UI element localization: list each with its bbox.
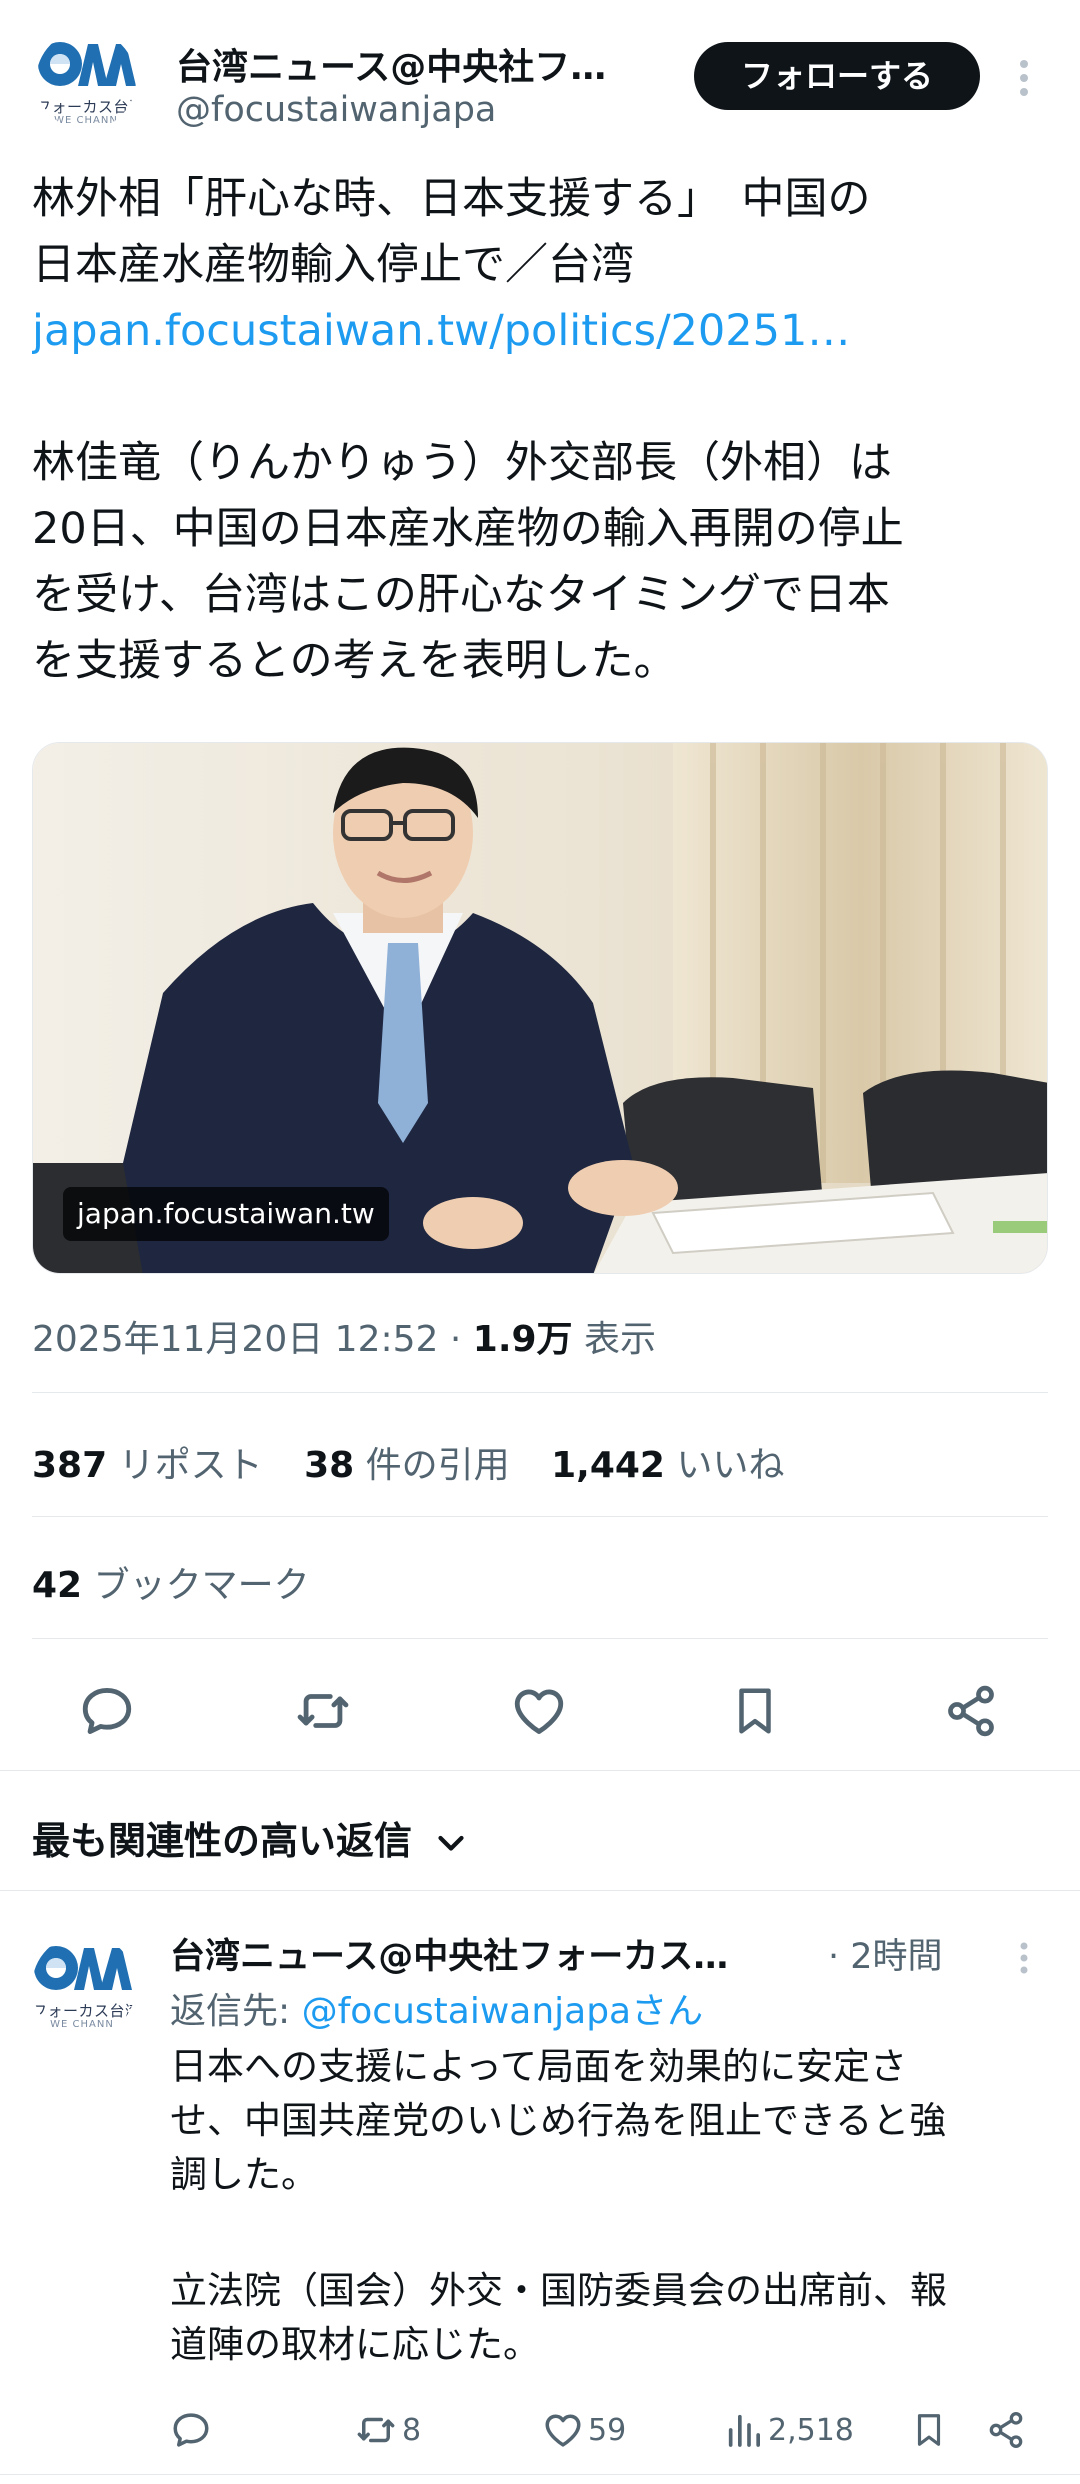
reply-icon [82, 1688, 132, 1734]
follow-button[interactable]: フォローする [694, 42, 980, 110]
reply-text-line: 立法院（国会）外交・国防委員会の出席前、報 [170, 2269, 947, 2312]
avatar-subtitle-en: WE CHANN [50, 2019, 114, 2030]
reply-text-line: 道陣の取材に応じた。 [170, 2323, 540, 2366]
reply-text-line: 調した。 [170, 2153, 318, 2196]
like-button[interactable] [496, 1668, 582, 1754]
avatar-subtitle: フォーカス台湾 [36, 98, 136, 116]
quotes-count: 38 [304, 1445, 355, 1486]
reposts-stat[interactable]: 387 リポスト [32, 1436, 263, 1488]
bookmarks-label: ブックマーク [93, 1565, 310, 1606]
tweet-meta: 2025年11月20日 12:52 · 1.9万 表示 [32, 1310, 656, 1362]
reply-like-button[interactable]: 59 [542, 2400, 626, 2460]
avatar-subtitle: フォーカス台湾 [32, 2002, 136, 2020]
share-icon [989, 2412, 1023, 2449]
replies-sort-label: 最も関連性の高い返信 [32, 1819, 413, 1863]
link-card-domain: japan.focustaiwan.tw [63, 1187, 389, 1241]
tweet-header: フォーカス台湾 WE CHANN 台湾ニュース@中央社フ… @focustaiw… [0, 0, 1080, 140]
views-chart-icon [728, 2414, 760, 2447]
bookmarks-count: 42 [32, 1565, 83, 1606]
reply-text-line: せ、中国共産党のいじめ行為を阻止できると強 [170, 2099, 947, 2142]
reply-button[interactable] [64, 1668, 150, 1754]
author-handle[interactable]: @focustaiwanjapa [176, 90, 496, 130]
likes-stat[interactable]: 1,442 いいね [551, 1436, 784, 1488]
repost-button[interactable] [280, 1668, 366, 1754]
share-button[interactable] [928, 1668, 1014, 1754]
link-card-image[interactable]: japan.focustaiwan.tw [32, 742, 1048, 1274]
reply-to-prefix: 返信先: [170, 1991, 302, 2032]
divider [0, 1890, 1080, 1891]
reply-view-count: 2,518 [768, 2412, 854, 2448]
tweet-timestamp[interactable]: 2025年11月20日 12:52 [32, 1319, 438, 1360]
engagement-stats: 387 リポスト 38 件の引用 1,442 いいね [32, 1436, 814, 1488]
cna-logo-icon [34, 1946, 132, 1990]
tweet-title-line2: 日本産水産物輸入停止で／台湾 [32, 240, 634, 290]
reply-repost-count: 8 [402, 2412, 422, 2448]
reply-to-line: 返信先: @focustaiwanjapaさん [170, 1982, 703, 2034]
author-avatar[interactable]: フォーカス台湾 WE CHANN [36, 30, 136, 130]
bookmarks-stat[interactable]: 42 ブックマーク [32, 1556, 310, 1608]
reposts-count: 387 [32, 1445, 108, 1486]
share-icon [948, 1685, 994, 1737]
cna-logo-icon [38, 42, 136, 86]
reply-time[interactable]: · 2時間 [828, 1928, 943, 1979]
author-name[interactable]: 台湾ニュース@中央社フ… [176, 38, 666, 90]
bookmark-icon [739, 1688, 771, 1734]
reply-reply-button[interactable] [170, 2400, 216, 2460]
reply-bookmark-button[interactable] [910, 2400, 952, 2460]
views-count: 1.9万 [472, 1319, 573, 1360]
reposts-label: リポスト [118, 1445, 263, 1486]
repost-icon [357, 2417, 395, 2443]
bookmark-button[interactable] [712, 1668, 798, 1754]
avatar-subtitle-en: WE CHANN [54, 115, 118, 126]
reply-icon [173, 2413, 209, 2447]
tweet-body-line: 20日、中国の日本産水産物の輸入再開の停止 [32, 504, 904, 554]
divider [0, 2474, 1080, 2475]
reply-more-options-icon[interactable] [1014, 1938, 1034, 1978]
reply-to-handle[interactable]: @focustaiwanjapaさん [302, 1991, 704, 2032]
meta-separator: · [449, 1319, 473, 1360]
divider [32, 1516, 1048, 1517]
divider [0, 1770, 1080, 1771]
reply-author-avatar[interactable]: フォーカス台湾 WE CHANN [32, 1934, 136, 2038]
reply-like-count: 59 [588, 2412, 627, 2448]
repost-icon [297, 1694, 349, 1728]
replies-sort-dropdown[interactable]: 最も関連性の高い返信 [32, 1810, 469, 1865]
reply-share-button[interactable] [986, 2400, 1030, 2460]
tweet-body-line: 林佳竜（りんかりゅう）外交部長（外相）は [32, 438, 892, 488]
quotes-stat[interactable]: 38 件の引用 [304, 1436, 510, 1488]
reply-action-bar: 8 59 2,518 [0, 2400, 1080, 2460]
tweet-title-line1: 林外相「肝心な時、日本支援する」 中国の [32, 174, 871, 224]
reply-author-name[interactable]: 台湾ニュース@中央社フォーカス… [170, 1928, 830, 1979]
divider [32, 1392, 1048, 1393]
reply-views-button[interactable]: 2,518 [724, 2400, 854, 2460]
views-label: 表示 [584, 1319, 657, 1360]
likes-label: いいね [676, 1445, 785, 1486]
quotes-label: 件の引用 [365, 1445, 510, 1486]
heart-icon [545, 2414, 581, 2447]
tweet-action-bar [0, 1668, 1080, 1754]
tweet-body-line: を受け、台湾はこの肝心なタイミングで日本 [32, 570, 890, 620]
heart-icon [514, 1689, 564, 1734]
more-options-icon[interactable] [1012, 54, 1036, 102]
bookmark-icon [917, 2414, 941, 2446]
reply-repost-button[interactable]: 8 [354, 2400, 421, 2460]
likes-count: 1,442 [551, 1445, 665, 1486]
tweet-link[interactable]: japan.focustaiwan.tw/politics/20251… [32, 298, 1052, 364]
divider [32, 1638, 1048, 1639]
chevron-down-icon [438, 1835, 464, 1851]
tweet-body-line: を支援するとの考えを表明した。 [32, 636, 677, 686]
reply-text-line: 日本への支援によって局面を効果的に安定さ [170, 2045, 908, 2088]
